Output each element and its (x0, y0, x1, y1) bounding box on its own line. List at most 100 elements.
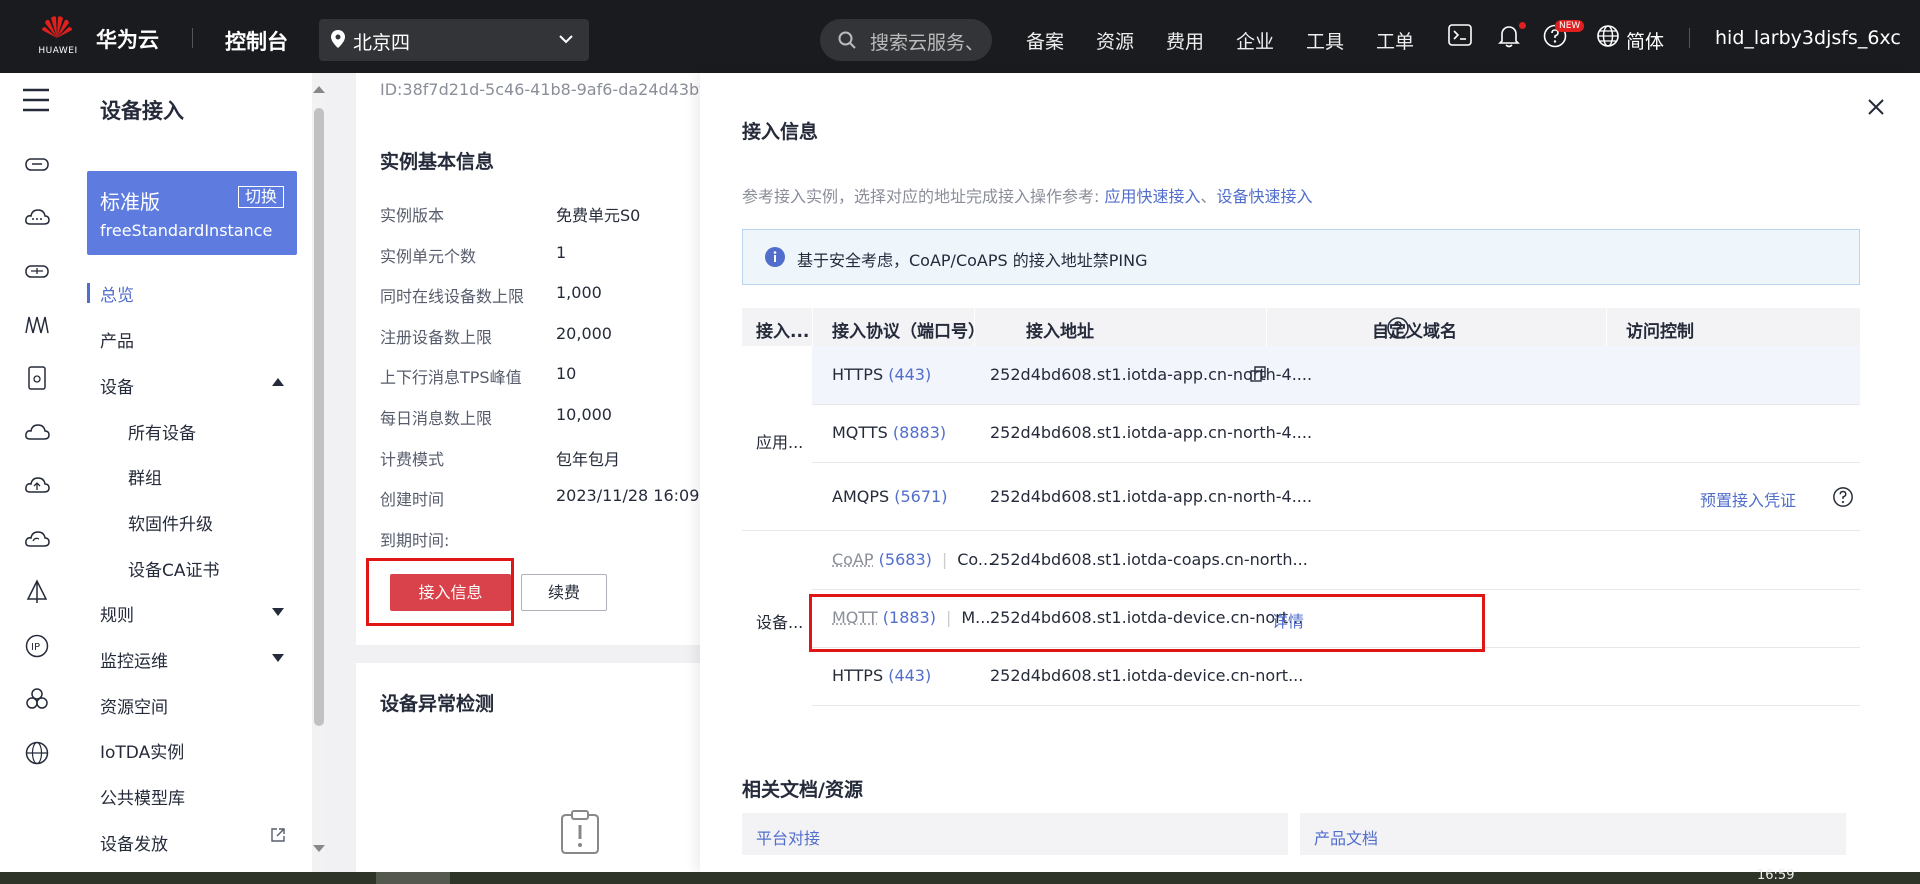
device-quick-access-link[interactable]: 设备快速接入 (1217, 187, 1313, 206)
scroll-up-arrow-icon[interactable] (313, 86, 325, 93)
nav-billing[interactable]: 费用 (1166, 27, 1204, 54)
cloud-dots-icon[interactable] (24, 204, 50, 230)
side-navigation: 设备接入 标准版 切换 freeStandardInstance 总览 产品 设… (72, 73, 312, 872)
globe-network-icon[interactable] (24, 740, 50, 766)
field-label: 计费模式 (380, 450, 445, 469)
doc-card-platform[interactable]: 平台对接 (742, 813, 1288, 855)
protocol-cell: AMQPS (5671) (832, 487, 947, 506)
renew-button[interactable]: 续费 (521, 574, 607, 611)
scroll-down-arrow-icon[interactable] (313, 845, 325, 852)
sidebar-item-rules[interactable]: 规则 (100, 601, 134, 626)
sidebar-item-monitor[interactable]: 监控运维 (100, 647, 168, 672)
sidebar-item-iotda-instance[interactable]: IoTDA实例 (100, 738, 184, 763)
new-badge: NEW (1555, 20, 1585, 32)
collapse-caret-icon[interactable] (272, 378, 284, 386)
expand-caret-icon[interactable] (272, 608, 284, 616)
protocol-name: MQTTS (832, 423, 888, 442)
protocol-cell: MQTTS (8883) (832, 423, 946, 442)
nav-enterprise[interactable]: 企业 (1236, 27, 1274, 54)
globe-icon[interactable] (1596, 24, 1620, 48)
ip-icon[interactable]: IP (24, 633, 50, 659)
doc-link[interactable]: 产品文档 (1314, 825, 1378, 849)
sail-icon[interactable] (24, 579, 50, 605)
port-number: (443) (888, 365, 932, 384)
console-link[interactable]: 控制台 (225, 26, 288, 56)
sidebar-item-overview[interactable]: 总览 (100, 281, 134, 306)
gateway-icon[interactable] (24, 258, 50, 284)
protocol-cell: HTTPS (443) (832, 365, 931, 384)
sidebar-item-group[interactable]: 群组 (128, 464, 162, 489)
basic-info-title: 实例基本信息 (380, 151, 495, 173)
copy-icon[interactable] (1250, 366, 1266, 382)
sidebar-item-resource-space[interactable]: 资源空间 (100, 693, 168, 718)
table-row[interactable]: HTTPS (443) 252d4bd608.st1.iotda-device.… (812, 647, 1860, 706)
table-row[interactable]: AMQPS (5671) 252d4bd608.st1.iotda-app.cn… (812, 462, 1860, 530)
column-divider (812, 308, 813, 346)
field-value: 1,000 (556, 283, 602, 302)
menu-icon[interactable] (22, 87, 50, 113)
storage-icon[interactable] (24, 365, 50, 391)
nav-beian[interactable]: 备案 (1026, 27, 1064, 54)
region-selector[interactable]: 北京四 (319, 19, 589, 61)
sidebar-item-model-lib[interactable]: 公共模型库 (100, 784, 185, 809)
device-access-icon[interactable] (24, 151, 50, 177)
field-value: 20,000 (556, 324, 612, 343)
bell-icon[interactable] (1498, 24, 1520, 48)
help-circle-icon[interactable] (1386, 316, 1410, 340)
app-quick-access-link[interactable]: 应用快速接入 (1104, 187, 1200, 206)
search-placeholder: 搜索云服务、 (870, 32, 984, 54)
access-info-drawer: 接入信息 参考接入实例，选择对应的地址完成接入操作参考: 应用快速接入、设备快速… (700, 73, 1906, 872)
sidebar-item-product[interactable]: 产品 (100, 327, 134, 352)
close-icon[interactable] (1864, 95, 1888, 119)
nav-resources[interactable]: 资源 (1096, 27, 1134, 54)
reference-text: 参考接入实例，选择对应的地址完成接入操作参考: 应用快速接入、设备快速接入 (742, 183, 1313, 207)
field-label: 实例单元个数 (380, 247, 477, 266)
cloud-upload-icon[interactable] (24, 472, 50, 498)
field-label: 创建时间 (380, 490, 445, 509)
nav-tickets[interactable]: 工单 (1376, 27, 1414, 54)
port-number: (8883) (892, 423, 947, 442)
table-header: 接入... 接入协议（端口号） 接入地址 自定义域名 访问控制 (742, 308, 1860, 346)
table-row[interactable]: MQTTS (8883) 252d4bd608.st1.iotda-app.cn… (812, 404, 1860, 463)
logo-text: HUAWEI (38, 46, 78, 56)
doc-link[interactable]: 平台对接 (756, 825, 820, 849)
protocol-cell: CoAP (5683) | Co... (832, 550, 993, 569)
global-search[interactable]: 搜索云服务、 (820, 19, 992, 61)
drawer-title: 接入信息 (742, 121, 819, 143)
sidebar-item-firmware[interactable]: 软固件升级 (128, 510, 213, 535)
edition-switch-button[interactable]: 切换 (237, 186, 284, 208)
huawei-logo[interactable]: HUAWEI (36, 14, 80, 58)
signal-icon[interactable] (24, 311, 50, 337)
preset-credential-link[interactable]: 预置接入凭证 (1700, 487, 1796, 511)
cloud-shell-icon[interactable] (1448, 24, 1472, 46)
table-row[interactable]: CoAP (5683) | Co... 252d4bd608.st1.iotda-c… (812, 531, 1860, 590)
header-access-control: 访问控制 (1626, 322, 1694, 342)
language-switch[interactable]: 简体 (1626, 27, 1664, 54)
sidebar-item-device[interactable]: 设备 (100, 373, 134, 398)
sidebar-item-provision[interactable]: 设备发放 (100, 830, 168, 855)
user-account[interactable]: hid_larby3djsfs_6xc (1715, 27, 1901, 49)
brand-name[interactable]: 华为云 (96, 24, 159, 54)
protocol-cell: HTTPS (443) (832, 666, 931, 685)
notice-text: 基于安全考虑，CoAP/CoAPS 的接入地址禁PING (797, 251, 1148, 270)
doc-card-product[interactable]: 产品文档 (1300, 813, 1846, 855)
sidebar-item-ca-cert[interactable]: 设备CA证书 (128, 556, 220, 581)
header-address: 接入地址 (1026, 322, 1094, 342)
expand-caret-icon[interactable] (272, 654, 284, 662)
taskbar-active-app[interactable] (376, 872, 450, 884)
cluster-icon[interactable] (24, 686, 50, 712)
edition-card: 标准版 切换 freeStandardInstance (87, 171, 297, 255)
taskbar-clock: 16:59 (1757, 868, 1795, 883)
help-circle-icon[interactable] (1832, 486, 1854, 508)
external-link-icon[interactable] (270, 827, 286, 843)
protocol-name[interactable]: CoAP (832, 550, 874, 569)
field-label: 每日消息数上限 (380, 409, 493, 428)
sidebar-scroll-thumb[interactable] (314, 108, 324, 726)
nav-tools[interactable]: 工具 (1306, 27, 1344, 54)
table-row[interactable]: HTTPS (443) 252d4bd608.st1.iotda-app.cn-… (812, 346, 1860, 405)
field-label: 上下行消息TPS峰值 (380, 368, 522, 387)
address-cell: 252d4bd608.st1.iotda-device.cn-nort... (990, 666, 1304, 685)
cloud-sync-icon[interactable] (24, 526, 50, 552)
cloud-icon[interactable] (24, 419, 50, 445)
sidebar-item-all-devices[interactable]: 所有设备 (128, 419, 196, 444)
